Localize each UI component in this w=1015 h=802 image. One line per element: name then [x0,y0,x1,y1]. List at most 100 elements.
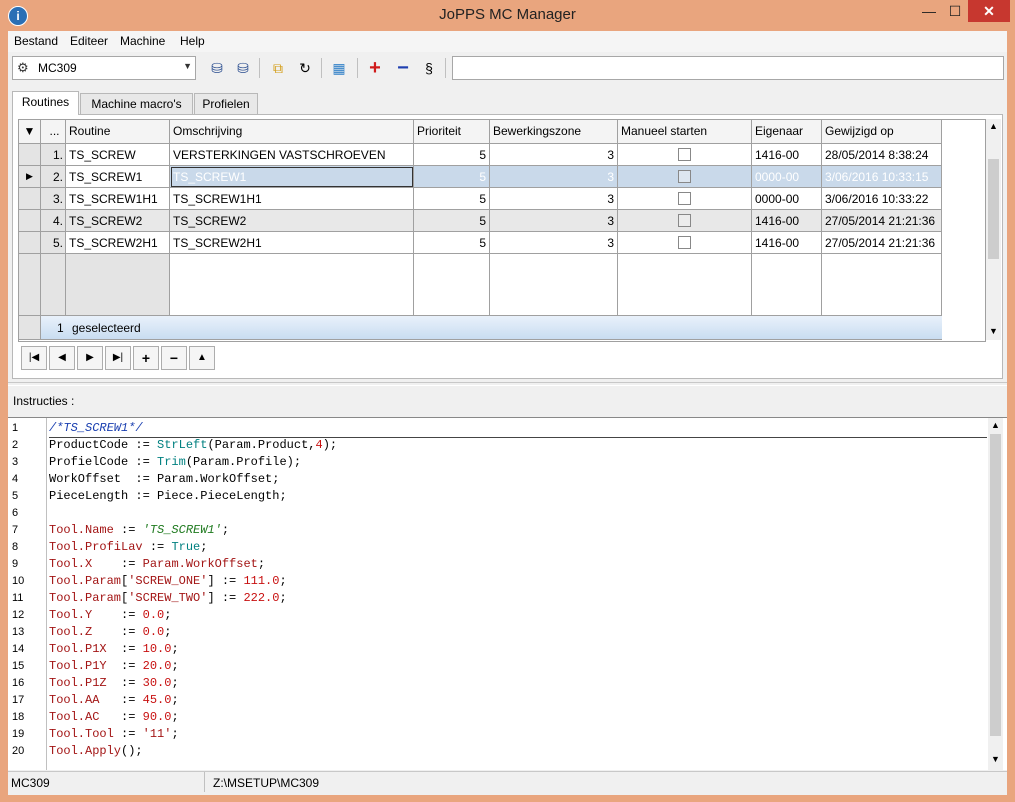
cell-eigenaar[interactable]: 1416-00 [752,144,822,166]
code-line[interactable]: ProductCode := StrLeft(Param.Product,4); [49,437,337,454]
cell-omschrijving[interactable]: TS_SCREW1 [170,166,414,188]
import-icon[interactable]: ⛁ [232,58,254,78]
row-indicator[interactable] [19,210,41,232]
cell-bewerkingszone[interactable]: 3 [490,232,618,254]
maximize-button[interactable]: ☐ [942,0,968,22]
cell-omschrijving[interactable]: TS_SCREW1H1 [170,188,414,210]
cell-omschrijving[interactable]: TS_SCREW2H1 [170,232,414,254]
cell-routine[interactable]: TS_SCREW [66,144,170,166]
col-header-eigenaar[interactable]: Eigenaar [752,120,822,144]
cell-eigenaar[interactable]: 0000-00 [752,166,822,188]
manueel-checkbox[interactable] [678,148,691,161]
manueel-checkbox[interactable] [678,170,691,183]
row-indicator[interactable] [19,188,41,210]
cell-prioriteit[interactable]: 5 [414,210,490,232]
cell-omschrijving[interactable]: VERSTERKINGEN VASTSCHROEVEN [170,144,414,166]
col-header-gewijzigd-op[interactable]: Gewijzigd op [822,120,942,144]
refresh-icon[interactable]: ↻ [294,58,316,78]
code-line[interactable]: Tool.Z := 0.0; [49,624,171,641]
cell-bewerkingszone[interactable]: 3 [490,210,618,232]
code-line[interactable]: Tool.Param['SCREW_TWO'] := 222.0; [49,590,287,607]
manueel-checkbox[interactable] [678,236,691,249]
code-line[interactable]: ProfielCode := Trim(Param.Profile); [49,454,301,471]
scroll-up-icon[interactable]: ▲ [986,121,1001,131]
row-indicator[interactable] [19,232,41,254]
cell-routine[interactable]: TS_SCREW1H1 [66,188,170,210]
grid-menu-button[interactable]: ▼ [19,120,41,144]
menu-machine[interactable]: Machine [120,34,165,48]
cell-eigenaar[interactable]: 1416-00 [752,210,822,232]
cell-bewerkingszone[interactable]: 3 [490,144,618,166]
first-record-icon[interactable]: |◀ [21,346,47,370]
current-row-arrow-icon[interactable]: ▶ [19,166,41,188]
export-icon[interactable]: ⛁ [206,58,228,78]
col-header-bewerkingszone[interactable]: Bewerkingszone [490,120,618,144]
code-line[interactable]: Tool.P1Z := 30.0; [49,675,179,692]
col-header-index[interactable]: ... [41,120,66,144]
last-record-icon[interactable]: ▶| [105,346,131,370]
scroll-thumb[interactable] [988,159,999,259]
minimize-button[interactable]: — [916,0,942,22]
code-line[interactable]: Tool.Y := 0.0; [49,607,171,624]
chevron-down-icon[interactable]: ▼ [183,61,192,71]
cell-gewijzigd[interactable]: 3/06/2016 10:33:22 [822,188,942,210]
cell-bewerkingszone[interactable]: 3 [490,188,618,210]
cell-gewijzigd[interactable]: 3/06/2016 10:33:15 [822,166,942,188]
editor-scrollbar[interactable]: ▲ ▼ [988,418,1003,770]
cell-prioriteit[interactable]: 5 [414,144,490,166]
remove-icon[interactable]: − [392,58,414,78]
manueel-checkbox[interactable] [678,192,691,205]
code-line[interactable]: Tool.P1Y := 20.0; [49,658,179,675]
menu-editeer[interactable]: Editeer [70,34,108,48]
cell-routine[interactable]: TS_SCREW1 [66,166,170,188]
cell-bewerkingszone[interactable]: 3 [490,166,618,188]
copy-icon[interactable]: ⧉ [267,58,289,78]
edit-record-icon[interactable]: ▲ [189,346,215,370]
code-line[interactable]: Tool.Tool := '11'; [49,726,179,743]
tab-machine-macros[interactable]: Machine macro's [80,93,193,114]
scroll-down-icon[interactable]: ▼ [988,754,1003,764]
cell-prioriteit[interactable]: 5 [414,166,490,188]
machine-select[interactable]: ⚙ MC309 ▼ [12,56,196,80]
col-header-omschrijving[interactable]: Omschrijving [170,120,414,144]
code-line[interactable]: Tool.P1X := 10.0; [49,641,179,658]
col-header-routine[interactable]: Routine [66,120,170,144]
row-indicator[interactable] [19,144,41,166]
next-record-icon[interactable]: ▶ [77,346,103,370]
prior-record-icon[interactable]: ◀ [49,346,75,370]
tab-routines[interactable]: Routines [12,91,79,115]
menu-bestand[interactable]: Bestand [14,34,58,48]
cell-routine[interactable]: TS_SCREW2 [66,210,170,232]
code-line[interactable]: WorkOffset := Param.WorkOffset; [49,471,279,488]
delete-record-icon[interactable]: − [161,346,187,370]
col-header-prioriteit[interactable]: Prioriteit [414,120,490,144]
close-button[interactable]: ✕ [968,0,1010,22]
code-line[interactable]: /*TS_SCREW1*/ [49,420,987,438]
manueel-checkbox[interactable] [678,214,691,227]
code-line[interactable]: Tool.AC := 90.0; [49,709,179,726]
cell-eigenaar[interactable]: 0000-00 [752,188,822,210]
cell-omschrijving[interactable]: TS_SCREW2 [170,210,414,232]
menu-help[interactable]: Help [180,34,205,48]
cell-eigenaar[interactable]: 1416-00 [752,232,822,254]
scroll-up-icon[interactable]: ▲ [988,420,1003,430]
cell-prioriteit[interactable]: 5 [414,232,490,254]
insert-record-icon[interactable]: + [133,346,159,370]
col-header-manueel-starten[interactable]: Manueel starten [618,120,752,144]
cell-gewijzigd[interactable]: 28/05/2014 8:38:24 [822,144,942,166]
code-line[interactable]: PieceLength := Piece.PieceLength; [49,488,287,505]
code-editor[interactable]: 1 2 3 4 5 6 7 8 9 10 11 12 13 14 15 16 17 18 19 20 /*TS_SCR… [8,417,1007,770]
scroll-thumb[interactable] [990,434,1001,736]
code-line[interactable]: Tool.ProfiLav := True; [49,539,207,556]
cell-routine[interactable]: TS_SCREW2H1 [66,232,170,254]
code-line[interactable]: Tool.AA := 45.0; [49,692,179,709]
tab-profielen[interactable]: Profielen [194,93,258,114]
code-line[interactable]: Tool.Param['SCREW_ONE'] := 111.0; [49,573,287,590]
command-input[interactable] [452,56,1004,80]
scroll-down-icon[interactable]: ▼ [986,326,1001,336]
splitter[interactable] [8,382,1007,386]
code-line[interactable]: Tool.X := Param.WorkOffset; [49,556,265,573]
cell-gewijzigd[interactable]: 27/05/2014 21:21:36 [822,210,942,232]
code-line[interactable]: Tool.Apply(); [49,743,143,760]
link-icon[interactable]: § [418,58,440,78]
